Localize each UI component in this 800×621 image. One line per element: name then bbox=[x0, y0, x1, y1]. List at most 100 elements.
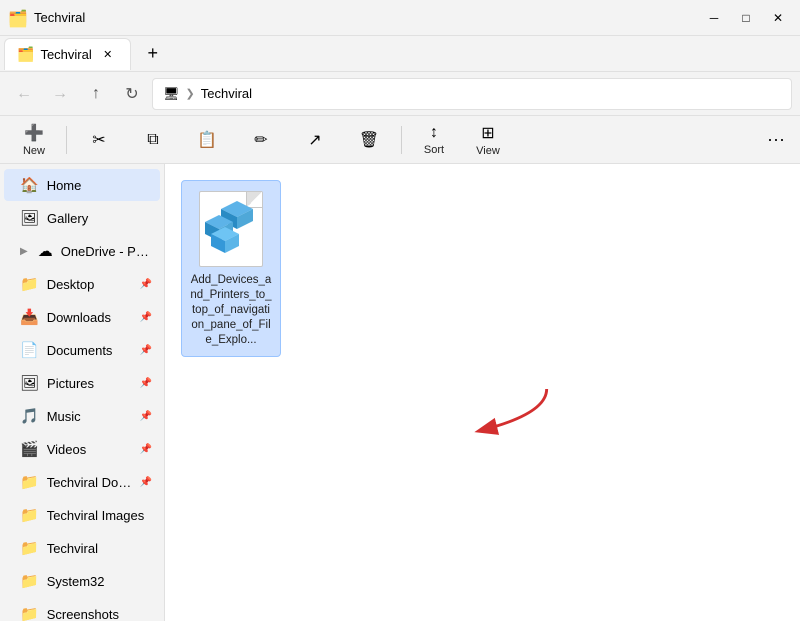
content-area: Add_Devices_and_Printers_to_top_of_navig… bbox=[165, 164, 800, 621]
sort-label: Sort bbox=[424, 144, 444, 156]
pictures-icon: 🖼 bbox=[20, 374, 39, 392]
forward-button[interactable]: → bbox=[44, 78, 76, 110]
sidebar-item-screenshots[interactable]: 📁 Screenshots bbox=[4, 598, 160, 621]
sidebar: 🏠 Home 🖼 Gallery ▶ ☁ OneDrive - Persona … bbox=[0, 164, 165, 621]
sidebar-desktop-label: Desktop bbox=[47, 277, 132, 292]
copy-button[interactable]: ⧉ bbox=[127, 120, 179, 160]
copy-icon: ⧉ bbox=[147, 131, 158, 149]
title-bar: 🗂️ Techviral ─ □ ✕ bbox=[0, 0, 800, 36]
pin-icon-videos: 📌 bbox=[140, 444, 152, 455]
sidebar-item-onedrive[interactable]: ▶ ☁ OneDrive - Persona bbox=[4, 235, 160, 267]
back-button[interactable]: ← bbox=[8, 78, 40, 110]
sidebar-pictures-label: Pictures bbox=[47, 376, 132, 391]
sidebar-item-pictures[interactable]: 🖼 Pictures 📌 bbox=[4, 367, 160, 399]
rename-button[interactable]: ✏ bbox=[235, 120, 287, 160]
videos-icon: 🎬 bbox=[20, 440, 39, 458]
new-icon: ➕ bbox=[24, 123, 44, 143]
address-bar: ← → ↑ ↻ 🖥 ❯ Techviral bbox=[0, 72, 800, 116]
sidebar-item-downloads[interactable]: 📥 Downloads 📌 bbox=[4, 301, 160, 333]
music-icon: 🎵 bbox=[20, 407, 39, 425]
delete-icon: 🗑 bbox=[359, 130, 379, 150]
pin-icon-documents: 📌 bbox=[140, 345, 152, 356]
close-button[interactable]: ✕ bbox=[764, 4, 792, 32]
pin-icon-music: 📌 bbox=[140, 411, 152, 422]
paste-icon: 📋 bbox=[197, 130, 217, 150]
sidebar-techviral-images-label: Techviral Images bbox=[47, 508, 152, 523]
sidebar-item-documents[interactable]: 📄 Documents 📌 bbox=[4, 334, 160, 366]
expand-icon: ▶ bbox=[20, 246, 28, 257]
view-label: View bbox=[476, 145, 500, 157]
pin-icon-downloads: 📌 bbox=[140, 312, 152, 323]
toolbar-separator-1 bbox=[66, 126, 67, 154]
sidebar-techviral-docum-label: Techviral Docum bbox=[47, 475, 132, 490]
sidebar-screenshots-label: Screenshots bbox=[47, 607, 152, 621]
cut-button[interactable]: ✂ bbox=[73, 120, 125, 160]
home-icon: 🏠 bbox=[20, 176, 39, 194]
tab-label: Techviral bbox=[40, 47, 91, 62]
window-icon: 🗂️ bbox=[8, 9, 26, 27]
rename-icon: ✏ bbox=[254, 130, 267, 150]
file-label: Add_Devices_and_Printers_to_top_of_navig… bbox=[190, 273, 272, 348]
sidebar-system32-label: System32 bbox=[47, 574, 152, 589]
delete-button[interactable]: 🗑 bbox=[343, 120, 395, 160]
tab-techviral[interactable]: 🗂️ Techviral ✕ bbox=[4, 38, 131, 70]
pin-icon-techviral-docum: 📌 bbox=[140, 477, 152, 488]
techviral-icon: 📁 bbox=[20, 539, 39, 557]
sidebar-item-gallery[interactable]: 🖼 Gallery bbox=[4, 202, 160, 234]
downloads-icon: 📥 bbox=[20, 308, 39, 326]
screenshots-icon: 📁 bbox=[20, 605, 39, 621]
new-tab-button[interactable]: + bbox=[137, 38, 169, 70]
documents-icon: 📄 bbox=[20, 341, 39, 359]
more-button[interactable]: ··· bbox=[760, 124, 792, 156]
techviral-docum-icon: 📁 bbox=[20, 473, 39, 491]
sidebar-item-system32[interactable]: 📁 System32 bbox=[4, 565, 160, 597]
desktop-icon: 📁 bbox=[20, 275, 39, 293]
pin-icon-pictures: 📌 bbox=[140, 378, 152, 389]
breadcrumb-path: Techviral bbox=[201, 86, 252, 101]
new-label: New bbox=[23, 145, 45, 157]
sidebar-music-label: Music bbox=[47, 409, 132, 424]
sidebar-gallery-label: Gallery bbox=[47, 211, 152, 226]
share-button[interactable]: ↗ bbox=[289, 120, 341, 160]
sort-icon: ↕ bbox=[430, 124, 438, 142]
view-button[interactable]: ⊞ View bbox=[462, 120, 514, 160]
system32-icon: 📁 bbox=[20, 572, 39, 590]
breadcrumb-separator: ❯ bbox=[186, 87, 195, 100]
tab-close-button[interactable]: ✕ bbox=[98, 44, 118, 64]
up-button[interactable]: ↑ bbox=[80, 78, 112, 110]
sidebar-item-techviral[interactable]: 📁 Techviral bbox=[4, 532, 160, 564]
minimize-button[interactable]: ─ bbox=[700, 4, 728, 32]
file-icon-wrapper bbox=[191, 189, 271, 269]
cut-icon: ✂ bbox=[92, 130, 105, 150]
tab-bar: 🗂️ Techviral ✕ + bbox=[0, 36, 800, 72]
sidebar-item-music[interactable]: 🎵 Music 📌 bbox=[4, 400, 160, 432]
refresh-button[interactable]: ↻ bbox=[116, 78, 148, 110]
window-title: Techviral bbox=[34, 10, 696, 25]
toolbar: ➕ New ✂ ⧉ 📋 ✏ ↗ 🗑 ↕ Sort ⊞ View ··· bbox=[0, 116, 800, 164]
toolbar-separator-2 bbox=[401, 126, 402, 154]
sidebar-item-techviral-images[interactable]: 📁 Techviral Images bbox=[4, 499, 160, 531]
file-item[interactable]: Add_Devices_and_Printers_to_top_of_navig… bbox=[181, 180, 281, 357]
sidebar-documents-label: Documents bbox=[47, 343, 132, 358]
sort-button[interactable]: ↕ Sort bbox=[408, 120, 460, 160]
sidebar-videos-label: Videos bbox=[47, 442, 132, 457]
sidebar-onedrive-label: OneDrive - Persona bbox=[61, 244, 152, 259]
maximize-button[interactable]: □ bbox=[732, 4, 760, 32]
gallery-icon: 🖼 bbox=[20, 209, 39, 227]
sidebar-downloads-label: Downloads bbox=[47, 310, 132, 325]
sidebar-home-label: Home bbox=[47, 178, 152, 193]
onedrive-icon: ☁ bbox=[38, 242, 53, 260]
tab-folder-icon: 🗂️ bbox=[17, 46, 34, 63]
new-button[interactable]: ➕ New bbox=[8, 120, 60, 160]
pin-icon-desktop: 📌 bbox=[140, 279, 152, 290]
address-box[interactable]: 🖥 ❯ Techviral bbox=[152, 78, 792, 110]
location-icon: 🖥 bbox=[163, 86, 180, 102]
view-icon: ⊞ bbox=[481, 123, 494, 143]
sidebar-item-videos[interactable]: 🎬 Videos 📌 bbox=[4, 433, 160, 465]
sidebar-item-desktop[interactable]: 📁 Desktop 📌 bbox=[4, 268, 160, 300]
sidebar-item-techviral-docum[interactable]: 📁 Techviral Docum 📌 bbox=[4, 466, 160, 498]
paste-button[interactable]: 📋 bbox=[181, 120, 233, 160]
sidebar-techviral-label: Techviral bbox=[47, 541, 152, 556]
main-layout: 🏠 Home 🖼 Gallery ▶ ☁ OneDrive - Persona … bbox=[0, 164, 800, 621]
sidebar-item-home[interactable]: 🏠 Home bbox=[4, 169, 160, 201]
